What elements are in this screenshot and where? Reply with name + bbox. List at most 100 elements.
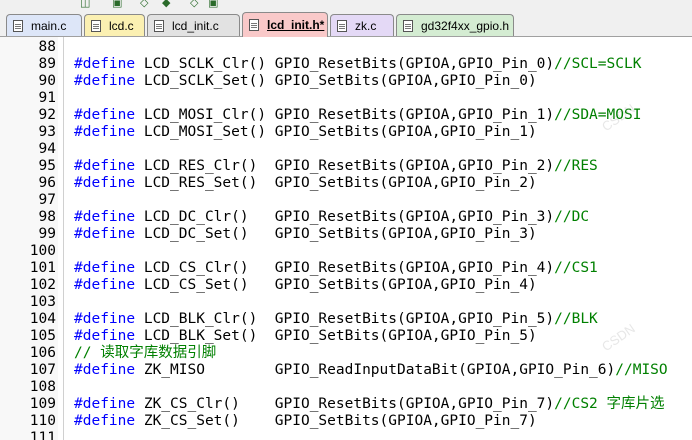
code-line[interactable]: 93 #define LCD_MOSI_Set() GPIO_SetBits(GP…	[0, 124, 692, 141]
keyword-token: #define	[74, 413, 136, 429]
code-line[interactable]: 101 #define LCD_CS_Clr() GPIO_ResetBits(G…	[0, 260, 692, 277]
tab-label: lcd.c	[109, 18, 134, 33]
keyword-token: #define	[74, 175, 136, 191]
code-line[interactable]: 91	[0, 90, 692, 107]
code-line[interactable]: 111	[0, 430, 692, 440]
line-number: 104	[29, 311, 56, 327]
code-editor[interactable]: 88 89 #define LCD_SCLK_Clr() GPIO_ResetBit…	[0, 37, 692, 440]
code-line[interactable]: 109 #define ZK_CS_Clr() GPIO_ResetBits(GP…	[0, 396, 692, 413]
tab-main-c[interactable]: main.c	[6, 14, 82, 36]
code-line[interactable]: 90 #define LCD_SCLK_Set() GPIO_SetBits(GP…	[0, 73, 692, 90]
line-number: 90	[38, 73, 56, 89]
line-number: 108	[29, 379, 56, 395]
line-number: 110	[29, 413, 56, 429]
comment-token: //MISO	[615, 362, 668, 378]
code-line[interactable]: 97	[0, 192, 692, 209]
code-text: // 读取字库数据引脚	[74, 345, 216, 362]
comment-token: //CS1	[554, 260, 598, 276]
code-token: LCD_RES_Clr() GPIO_ResetBits(GPIOA,GPIO_…	[135, 158, 555, 174]
tab-lcd-c[interactable]: lcd.c	[84, 14, 145, 36]
tab-gd32f4xx-gpio-h[interactable]: gd32f4xx_gpio.h	[396, 14, 514, 36]
code-line[interactable]: 110 #define ZK_CS_Set() GPIO_SetBits(GPIO…	[0, 413, 692, 430]
file-icon	[337, 19, 347, 32]
keyword-token: #define	[74, 396, 136, 412]
comment-token: // 读取字库数据引脚	[74, 345, 217, 361]
line-number: 100	[29, 243, 56, 259]
code-text: #define LCD_MOSI_Set() GPIO_SetBits(GPIO…	[74, 124, 537, 141]
code-line[interactable]: 105 #define LCD_BLK_Set() GPIO_SetBits(GP…	[0, 328, 692, 345]
line-number: 96	[38, 175, 56, 191]
code-line[interactable]: 100	[0, 243, 692, 260]
code-line[interactable]: 98 #define LCD_DC_Clr() GPIO_ResetBits(GP…	[0, 209, 692, 226]
code-text: #define LCD_SCLK_Clr() GPIO_ResetBits(GP…	[74, 56, 641, 73]
line-number: 101	[29, 260, 56, 276]
code-text: #define LCD_BLK_Set() GPIO_SetBits(GPIOA…	[74, 328, 537, 345]
keyword-token: #define	[74, 73, 136, 89]
tab-label: zk.c	[355, 18, 377, 33]
code-text: #define LCD_DC_Set() GPIO_SetBits(GPIOA,…	[74, 226, 537, 243]
line-number: 88	[38, 39, 56, 55]
toolbar-icon[interactable]: ◇	[190, 0, 198, 9]
code-line[interactable]: 106 // 读取字库数据引脚	[0, 345, 692, 362]
line-number: 111	[29, 430, 56, 440]
code-text: #define LCD_DC_Clr() GPIO_ResetBits(GPIO…	[74, 209, 589, 226]
keyword-token: #define	[74, 260, 136, 276]
code-text: #define LCD_RES_Clr() GPIO_ResetBits(GPI…	[74, 158, 598, 175]
toolbar-icon[interactable]: ▣	[112, 0, 122, 9]
code-line[interactable]: 102 #define LCD_CS_Set() GPIO_SetBits(GPI…	[0, 277, 692, 294]
code-line[interactable]: 95 #define LCD_RES_Clr() GPIO_ResetBits(G…	[0, 158, 692, 175]
keyword-token: #define	[74, 209, 136, 225]
line-number: 102	[29, 277, 56, 293]
line-number: 97	[38, 192, 56, 208]
tab-lcd-init-c[interactable]: lcd_init.c	[147, 14, 240, 36]
code-line[interactable]: 103	[0, 294, 692, 311]
file-icon	[154, 19, 164, 32]
keyword-token: #define	[74, 311, 136, 327]
code-line[interactable]: 99 #define LCD_DC_Set() GPIO_SetBits(GPIO…	[0, 226, 692, 243]
toolbar-icon[interactable]: ▣	[208, 0, 218, 9]
code-line[interactable]: 94	[0, 141, 692, 158]
code-text: #define LCD_RES_Set() GPIO_SetBits(GPIOA…	[74, 175, 537, 192]
file-icon	[249, 19, 259, 31]
tab-lcd-init-h[interactable]: lcd_init.h*	[242, 12, 328, 37]
keyword-token: #define	[74, 158, 136, 174]
line-number: 93	[38, 124, 56, 140]
code-line[interactable]: 92 #define LCD_MOSI_Clr() GPIO_ResetBits(…	[0, 107, 692, 124]
keyword-token: #define	[74, 107, 136, 123]
code-line[interactable]: 89 #define LCD_SCLK_Clr() GPIO_ResetBits(…	[0, 56, 692, 73]
code-text: #define ZK_CS_Clr() GPIO_ResetBits(GPIOA…	[74, 396, 665, 413]
keyword-token: #define	[74, 277, 136, 293]
tab-label: gd32f4xx_gpio.h	[421, 18, 510, 33]
comment-token: //RES	[554, 158, 598, 174]
code-line[interactable]: 107 #define ZK_MISO GPIO_ReadInputDataBit…	[0, 362, 692, 379]
code-token: LCD_CS_Set() GPIO_SetBits(GPIOA,GPIO_Pin…	[135, 277, 537, 293]
toolbar-icon[interactable]: ◇	[140, 0, 148, 9]
code-token: ZK_CS_Clr() GPIO_ResetBits(GPIOA,GPIO_Pi…	[135, 396, 555, 412]
line-number: 107	[29, 362, 56, 378]
tab-zk-c[interactable]: zk.c	[330, 14, 394, 36]
file-icon	[91, 19, 101, 32]
code-line[interactable]: 108	[0, 379, 692, 396]
toolbar-icon[interactable]: ◆	[162, 0, 170, 9]
code-token: LCD_DC_Clr() GPIO_ResetBits(GPIOA,GPIO_P…	[135, 209, 555, 225]
code-token: LCD_SCLK_Clr() GPIO_ResetBits(GPIOA,GPIO…	[135, 56, 555, 72]
code-line[interactable]: 104 #define LCD_BLK_Clr() GPIO_ResetBits(…	[0, 311, 692, 328]
keyword-token: #define	[74, 328, 136, 344]
tab-label: main.c	[31, 18, 67, 33]
code-line[interactable]: 96 #define LCD_RES_Set() GPIO_SetBits(GPI…	[0, 175, 692, 192]
code-token: LCD_BLK_Set() GPIO_SetBits(GPIOA,GPIO_Pi…	[135, 328, 537, 344]
code-token: LCD_MOSI_Clr() GPIO_ResetBits(GPIOA,GPIO…	[135, 107, 555, 123]
tab-label: lcd_init.h*	[267, 18, 325, 32]
keyword-token: #define	[74, 226, 136, 242]
keyword-token: #define	[74, 362, 136, 378]
comment-token: //CS2 字库片选	[554, 396, 665, 412]
toolbar: ◫ ▣ ◇ ◆ ◇ ▣	[0, 0, 692, 10]
line-number: 89	[38, 56, 56, 72]
toolbar-icon[interactable]: ◫	[80, 0, 90, 9]
code-token: LCD_MOSI_Set() GPIO_SetBits(GPIOA,GPIO_P…	[135, 124, 537, 140]
code-line[interactable]: 88	[0, 39, 692, 56]
code-text: #define ZK_CS_Set() GPIO_SetBits(GPIOA,G…	[74, 413, 537, 430]
line-number: 105	[29, 328, 56, 344]
file-icon	[13, 19, 23, 32]
line-number: 98	[38, 209, 56, 225]
